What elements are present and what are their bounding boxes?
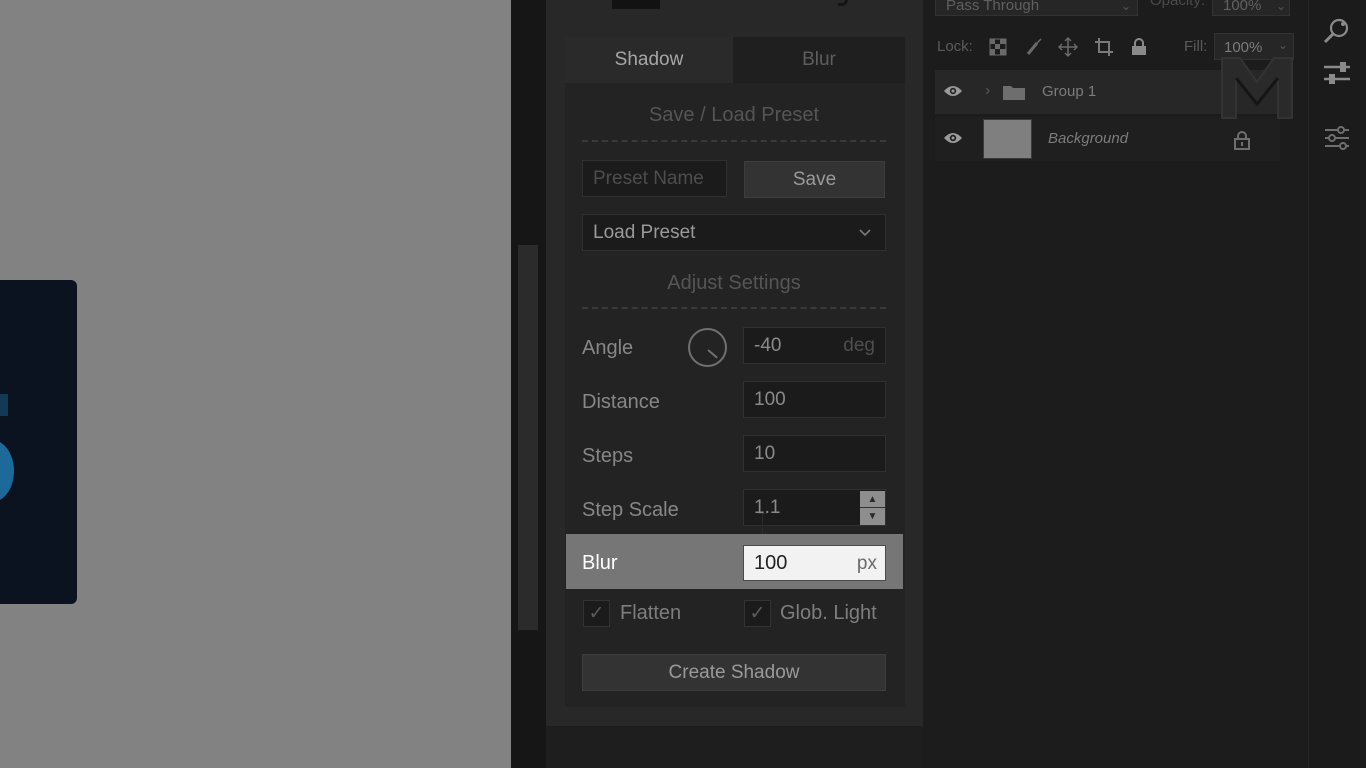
plugin-logo [612,0,660,9]
tab-blur[interactable]: Blur [733,37,905,83]
chevron-down-icon: ⌄ [1276,0,1287,13]
document-artwork [0,280,77,604]
canvas-scrollbar[interactable] [518,245,538,630]
save-load-preset-title: Save / Load Preset [648,104,820,126]
lock-label: Lock: [937,38,973,55]
glob-light-checkbox[interactable]: ✓ [744,600,771,627]
document-canvas[interactable] [0,0,511,768]
blur-setting-row: Blur 100 px [566,534,903,589]
folder-icon [1003,86,1025,100]
text-cursor-icon [758,513,767,535]
steps-input[interactable]: 10 [743,435,886,472]
angle-label: Angle [582,337,634,359]
load-preset-select[interactable]: Load Preset [582,214,886,251]
eye-icon[interactable] [943,131,963,145]
chevron-down-icon: ⌄ [1278,38,1289,52]
blur-unit: px [856,553,877,574]
layer-name: Group 1 [1042,83,1097,100]
flatten-checkbox[interactable]: ✓ [583,600,610,627]
preset-name-input[interactable]: Preset Name [582,160,727,197]
steps-value: 10 [754,442,776,464]
artwork-shape [0,440,14,502]
artwork-shape [0,394,8,416]
section-divider [582,307,886,309]
fill-label: Fill: [1184,38,1208,55]
angle-unit: deg [843,335,875,356]
tab-shadow[interactable]: Shadow [565,37,733,83]
stepper-up-icon[interactable]: ▲ [860,491,885,508]
chevron-right-icon[interactable]: › [985,82,990,100]
lock-icon [1234,131,1250,150]
lock-image-pixels-icon[interactable] [1024,37,1044,57]
stepper-down-icon[interactable]: ▼ [860,508,885,525]
blur-value: 100 [754,551,788,574]
load-preset-value: Load Preset [593,221,696,243]
plugin-panel-footer [546,726,923,768]
properties-icon[interactable] [1321,14,1353,46]
blur-input[interactable]: 100 px [743,545,886,581]
adjust-settings-title: Adjust Settings [667,272,801,294]
distance-label: Distance [582,391,660,413]
crop-icon[interactable] [1094,37,1114,57]
create-shadow-button[interactable]: Create Shadow [582,654,886,691]
section-divider [582,140,886,142]
chevron-down-icon: ⌄ [1121,0,1132,13]
lock-all-icon[interactable] [1129,37,1149,57]
steps-label: Steps [582,445,634,467]
eye-icon[interactable] [943,84,963,98]
blur-label: Blur [582,552,618,574]
distance-value: 100 [754,388,786,410]
watermark-logo-icon [1221,57,1293,119]
step-scale-label: Step Scale [582,499,679,521]
layer-name: Background [1048,130,1129,147]
glob-light-label: Glob. Light [780,602,877,624]
lock-transparent-pixels-icon[interactable] [988,37,1008,57]
step-scale-stepper[interactable]: ▲ ▼ [860,491,885,526]
lock-position-icon[interactable] [1058,37,1078,57]
layer-thumbnail [983,119,1032,159]
blend-mode-select[interactable]: Pass Through [935,0,1138,16]
distance-input[interactable]: 100 [743,381,886,418]
save-button[interactable]: Save [744,161,885,198]
adjustments-icon[interactable] [1321,58,1353,90]
angle-input[interactable]: -40 deg [743,327,886,364]
opacity-label: Opacity: [1150,0,1206,9]
angle-value: -40 [754,334,782,356]
angle-dial-icon[interactable] [688,328,727,367]
chevron-down-icon [859,229,871,237]
flatten-label: Flatten [620,602,682,624]
right-icon-strip [1308,0,1366,768]
layer-row-background[interactable]: Background [935,117,1280,161]
settings-sliders-icon[interactable] [1321,122,1353,154]
